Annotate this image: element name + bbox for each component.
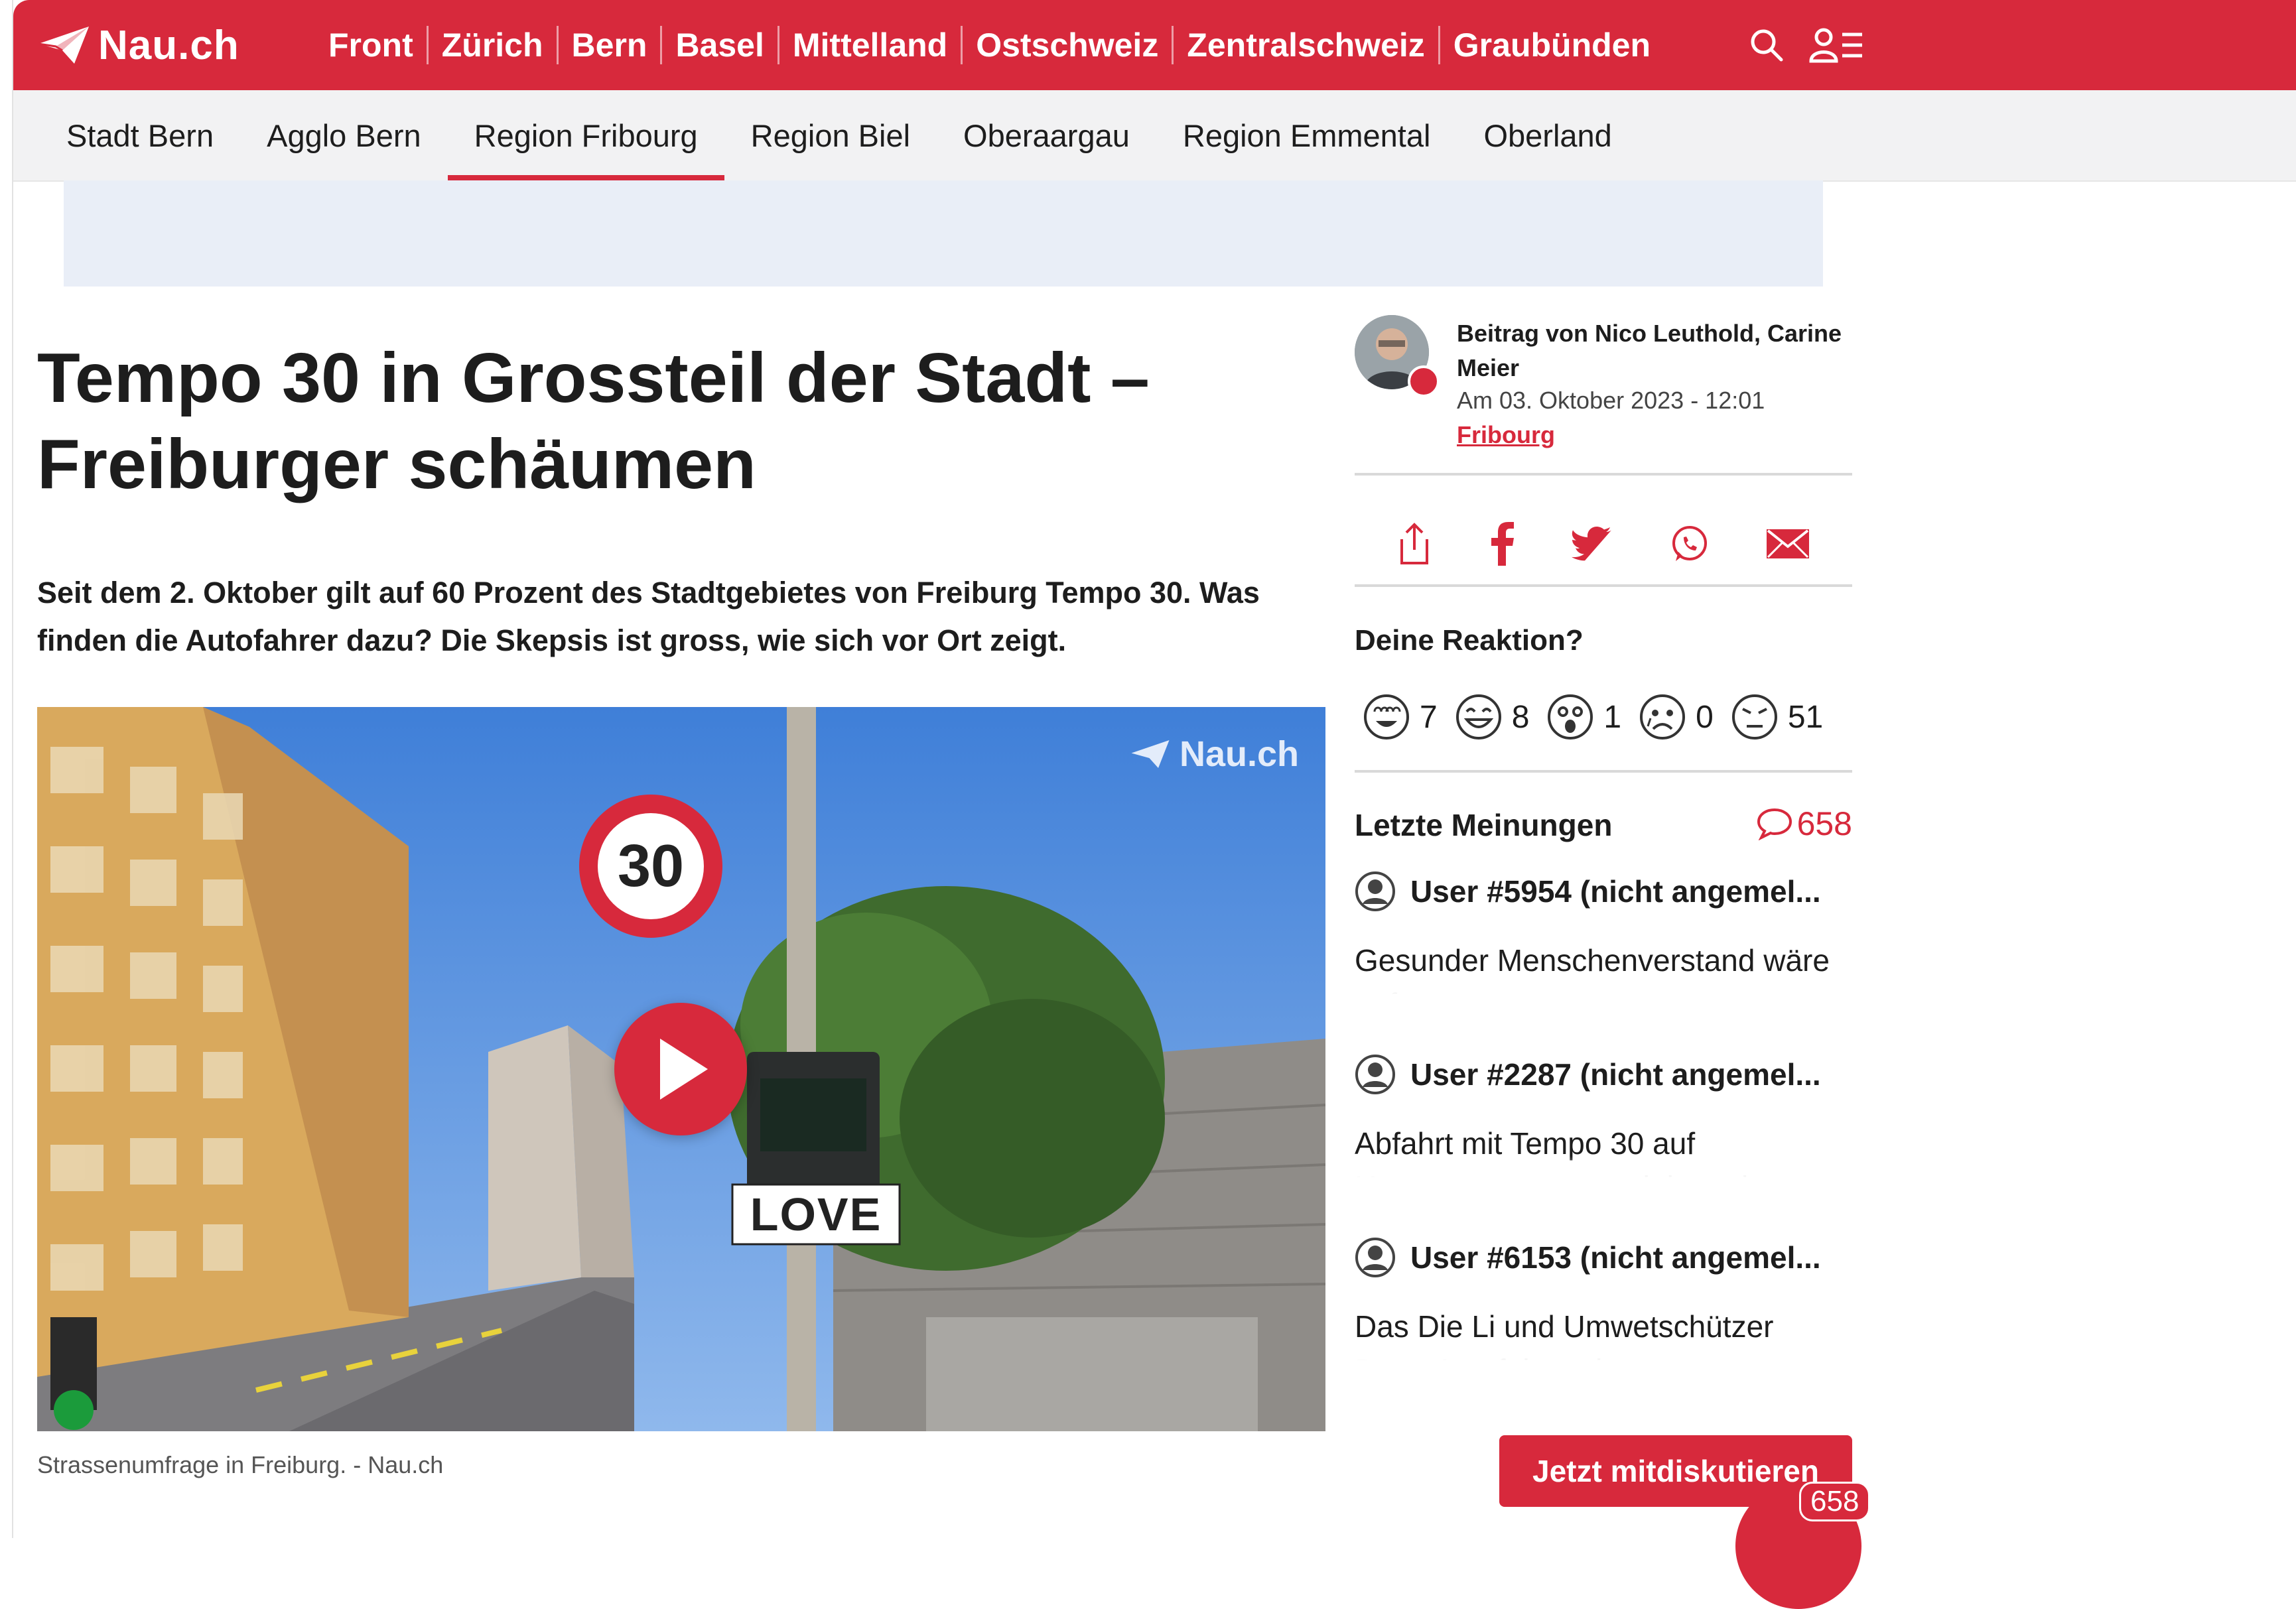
paper-plane-icon bbox=[1131, 740, 1170, 768]
comment-item[interactable]: User #5954 (nicht angemel... Gesunder Me… bbox=[1355, 871, 1852, 994]
comment-item[interactable]: User #6153 (nicht angemel... Das Die Li … bbox=[1355, 1237, 1852, 1360]
ad-banner[interactable] bbox=[64, 180, 1823, 287]
paper-plane-icon bbox=[38, 27, 89, 64]
article-lead: Seit dem 2. Oktober gilt auf 60 Prozent … bbox=[37, 576, 1260, 657]
reaction-bar: 7 8 1 0 51 bbox=[1363, 693, 1823, 741]
whatsapp-icon[interactable] bbox=[1669, 524, 1709, 564]
video-watermark: Nau.ch bbox=[1129, 734, 1299, 775]
region-tabs: Front Zürich Bern Basel Mittelland Ostsc… bbox=[315, 17, 1664, 73]
nav-link-graubuenden[interactable]: Graubünden bbox=[1440, 17, 1664, 73]
nav-link-mittelland[interactable]: Mittelland bbox=[779, 17, 961, 73]
sub-navigation: Stadt Bern Agglo Bern Region Fribourg Re… bbox=[13, 90, 2296, 182]
comment-text: Gesunder Menschenverstand wäre gefragt bbox=[1355, 938, 1852, 994]
reaction-count: 7 bbox=[1420, 699, 1438, 735]
video-player[interactable]: Nau.ch 30 LOVE bbox=[37, 707, 1325, 1431]
comment-bubble-icon bbox=[1757, 808, 1792, 840]
divider bbox=[1355, 473, 1852, 476]
location-link[interactable]: Fribourg bbox=[1457, 421, 1555, 449]
email-icon[interactable] bbox=[1765, 528, 1810, 560]
nav-link-ostschweiz[interactable]: Ostschweiz bbox=[963, 17, 1172, 73]
sad-icon bbox=[1640, 694, 1686, 740]
play-button[interactable] bbox=[614, 1003, 747, 1135]
subnav-stadt-bern[interactable]: Stadt Bern bbox=[40, 90, 240, 180]
subnav-oberland[interactable]: Oberland bbox=[1457, 90, 1638, 180]
love-eyes-icon bbox=[1364, 694, 1409, 740]
speed-limit-sign: 30 bbox=[617, 832, 685, 899]
subnav-agglo-bern[interactable]: Agglo Bern bbox=[240, 90, 448, 180]
reaction-count: 1 bbox=[1603, 699, 1622, 735]
subnav-region-fribourg[interactable]: Region Fribourg bbox=[447, 90, 724, 180]
publish-date: Am 03. Oktober 2023 - 12:01 bbox=[1457, 387, 1765, 414]
reaction-title: Deine Reaktion? bbox=[1355, 624, 1584, 657]
browser-page: Nau.ch Front Zürich Bern Basel Mittellan… bbox=[12, 0, 2296, 1609]
surprised-icon bbox=[1548, 694, 1593, 740]
share-icon[interactable] bbox=[1396, 522, 1432, 566]
comment-text: Abfahrt mit Tempo 30 auf Hauptstrassen m… bbox=[1355, 1122, 1852, 1177]
opinions-title: Letzte Meinungen bbox=[1355, 808, 1613, 842]
reaction-love[interactable]: 7 bbox=[1363, 693, 1438, 741]
nav-link-zuerich[interactable]: Zürich bbox=[429, 17, 557, 73]
user-avatar-icon bbox=[1355, 871, 1395, 911]
subnav-oberaargau[interactable]: Oberaargau bbox=[937, 90, 1156, 180]
reaction-angry[interactable]: 51 bbox=[1731, 693, 1823, 741]
comments-count-link[interactable]: 658 bbox=[1756, 804, 1852, 843]
reaction-laugh[interactable]: 8 bbox=[1455, 693, 1530, 741]
reaction-sad[interactable]: 0 bbox=[1639, 693, 1714, 741]
user-avatar-icon bbox=[1355, 1238, 1395, 1277]
comment-username: User #6153 (nicht angemel... bbox=[1410, 1240, 1821, 1275]
subnav-region-biel[interactable]: Region Biel bbox=[724, 90, 937, 180]
nav-link-bern[interactable]: Bern bbox=[559, 17, 661, 73]
love-sign: LOVE bbox=[750, 1189, 882, 1240]
reaction-count: 8 bbox=[1511, 699, 1530, 735]
reaction-surprise[interactable]: 1 bbox=[1546, 693, 1621, 741]
search-icon[interactable] bbox=[1748, 27, 1785, 64]
nav-link-zentralschweiz[interactable]: Zentralschweiz bbox=[1174, 17, 1438, 73]
logo-text: Nau.ch bbox=[98, 22, 239, 68]
floating-comments-count: 658 bbox=[1799, 1482, 1871, 1521]
divider bbox=[1355, 584, 1852, 587]
user-menu-icon[interactable] bbox=[1809, 27, 1863, 64]
subnav-region-emmental[interactable]: Region Emmental bbox=[1156, 90, 1457, 180]
share-bar bbox=[1355, 494, 1852, 594]
nav-link-basel[interactable]: Basel bbox=[662, 17, 777, 73]
divider bbox=[1355, 770, 1852, 773]
user-avatar-icon bbox=[1355, 1055, 1395, 1094]
author-byline: Beitrag von Nico Leuthold, Carine Meier bbox=[1457, 320, 1842, 381]
comment-username: User #2287 (nicht angemel... bbox=[1410, 1057, 1821, 1092]
twitter-icon[interactable] bbox=[1571, 527, 1613, 561]
watermark-text: Nau.ch bbox=[1179, 734, 1299, 774]
site-logo[interactable]: Nau.ch bbox=[36, 19, 239, 72]
play-icon bbox=[660, 1039, 708, 1100]
article-title: Tempo 30 in Grossteil der Stadt – Freibu… bbox=[37, 339, 1150, 503]
top-navigation: Nau.ch Front Zürich Bern Basel Mittellan… bbox=[13, 0, 2296, 90]
comment-text: Das Die Li und Umwetschützer Denn Autofa… bbox=[1355, 1305, 1852, 1360]
video-caption: Strassenumfrage in Freiburg. - Nau.ch bbox=[37, 1451, 444, 1478]
header-actions bbox=[1748, 27, 1863, 64]
reaction-count: 51 bbox=[1787, 699, 1824, 735]
comment-item[interactable]: User #2287 (nicht angemel... Abfahrt mit… bbox=[1355, 1054, 1852, 1177]
angry-icon bbox=[1731, 694, 1777, 740]
author-box: Beitrag von Nico Leuthold, Carine Meier … bbox=[1355, 310, 1852, 462]
comments-count: 658 bbox=[1796, 805, 1852, 842]
facebook-icon[interactable] bbox=[1489, 522, 1515, 566]
comment-username: User #5954 (nicht angemel... bbox=[1410, 874, 1821, 909]
laughing-icon bbox=[1455, 694, 1501, 740]
verified-badge-icon bbox=[1408, 365, 1440, 397]
nav-link-front[interactable]: Front bbox=[315, 17, 427, 73]
reaction-count: 0 bbox=[1696, 699, 1714, 735]
